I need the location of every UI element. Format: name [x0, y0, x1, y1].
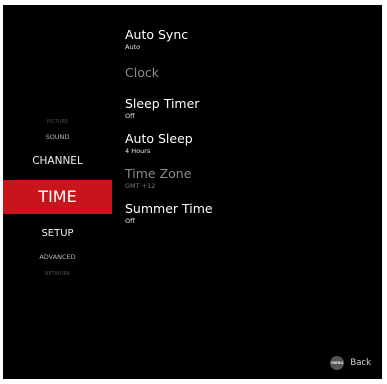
setting-sleep-timer[interactable]: Sleep Timer Off: [125, 97, 199, 121]
menu-item-advanced[interactable]: ADVANCED: [3, 251, 112, 263]
menu-item-picture[interactable]: PICTURE: [3, 116, 112, 128]
setting-label: Auto Sleep: [125, 131, 193, 146]
menu-item-setup[interactable]: SETUP: [3, 225, 112, 243]
setting-summer-time[interactable]: Summer Time Off: [125, 202, 213, 226]
setting-label: Time Zone: [125, 166, 192, 181]
setting-time-zone: Time Zone GMT +12: [125, 167, 191, 191]
setting-label: Clock: [125, 65, 159, 80]
menu-item-network[interactable]: NETWORK: [3, 269, 112, 279]
tv-menu-screen: PICTURE SOUND CHANNEL TIME SETUP ADVANCE…: [3, 5, 382, 379]
setting-label: Sleep Timer: [125, 96, 200, 111]
setting-auto-sync[interactable]: Auto Sync Auto: [125, 28, 188, 52]
menu-item-channel[interactable]: CHANNEL: [3, 152, 112, 170]
setting-auto-sleep[interactable]: Auto Sleep 4 Hours: [125, 132, 193, 156]
menu-item-time[interactable]: TIME: [3, 180, 112, 214]
menu-button-icon: MENU: [330, 356, 345, 370]
setting-label: Auto Sync: [125, 27, 189, 42]
back-label: Back: [350, 358, 371, 368]
setting-value: Off: [125, 217, 135, 225]
back-button[interactable]: MENU Back: [330, 356, 371, 370]
setting-label: Summer Time: [125, 201, 213, 216]
setting-value: 4 Hours: [125, 147, 151, 155]
menu-item-sound[interactable]: SOUND: [3, 130, 112, 144]
setting-clock: Clock: [125, 66, 159, 80]
setting-value: GMT +12: [125, 182, 156, 190]
setting-value: Off: [125, 112, 135, 120]
setting-value: Auto: [125, 43, 141, 51]
